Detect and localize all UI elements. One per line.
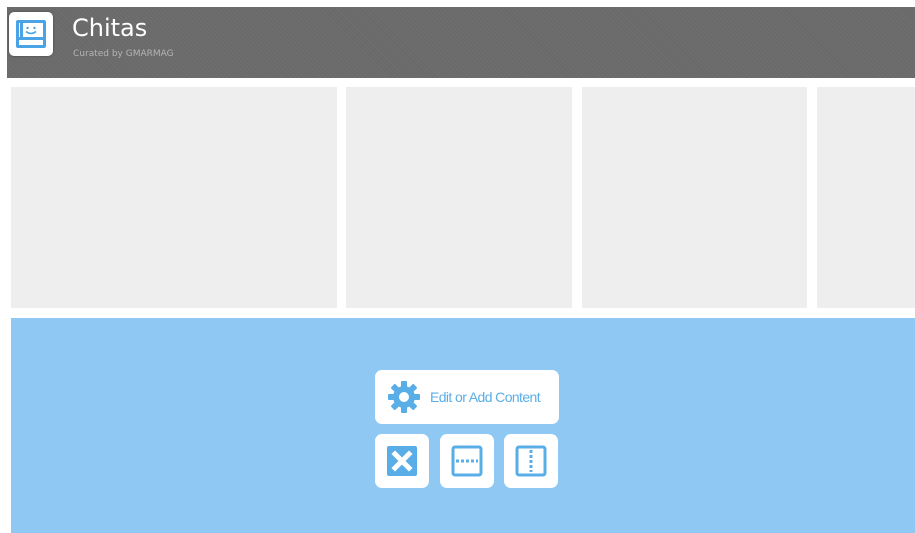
edit-panel: Edit or Add Content <box>11 318 915 533</box>
content-tile-4[interactable] <box>817 87 915 308</box>
logo[interactable] <box>9 12 53 56</box>
face-board-icon <box>16 20 46 48</box>
remove-tile-button[interactable] <box>375 434 429 488</box>
split-horizontal-icon <box>451 445 483 477</box>
split-horizontal-button[interactable] <box>440 434 494 488</box>
content-tile-1[interactable] <box>11 87 337 308</box>
split-vertical-button[interactable] <box>504 434 558 488</box>
page-header: Chitas Curated by GMARMAG <box>7 7 915 78</box>
split-vertical-icon <box>515 445 547 477</box>
curator-subtitle: Curated by GMARMAG <box>73 49 174 59</box>
page-title: Chitas <box>72 14 148 42</box>
edit-or-add-content-button[interactable]: Edit or Add Content <box>375 370 559 424</box>
gear-icon <box>388 381 420 413</box>
remove-x-icon <box>387 446 417 476</box>
content-tile-2[interactable] <box>346 87 572 308</box>
content-tile-3[interactable] <box>582 87 807 308</box>
edit-button-label: Edit or Add Content <box>430 389 541 405</box>
